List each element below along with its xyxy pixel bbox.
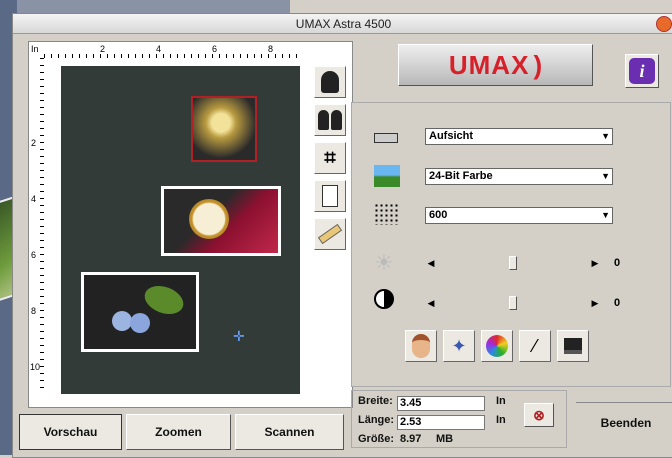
contrast-icon <box>374 289 402 315</box>
color-wheel-icon[interactable] <box>481 330 513 362</box>
ruler-left: 2 4 6 8 10 <box>29 58 44 393</box>
chevron-down-icon: ▼ <box>601 171 610 181</box>
ruler-top: 2 4 6 8 <box>44 42 302 58</box>
brightness-value: 0 <box>614 257 621 269</box>
photo-grapes <box>191 96 257 162</box>
preview-button[interactable]: Vorschau <box>19 414 122 450</box>
descreen-hat-icon[interactable] <box>557 330 589 362</box>
photo-watch <box>161 186 281 256</box>
background-window <box>0 0 290 13</box>
resolution-icon <box>374 203 402 229</box>
chain-link-icon: ⊗ <box>533 406 545 423</box>
resolution-select[interactable]: 600 ▼ <box>425 207 613 224</box>
brightness-slider[interactable]: ◀ ▶ <box>425 255 601 271</box>
ruler-left-label: 10 <box>30 362 41 372</box>
slider-right-icon[interactable]: ▶ <box>589 255 601 271</box>
width-value: 3.45 <box>400 397 422 409</box>
width-field[interactable]: 3.45 <box>397 396 485 411</box>
title-bar: UMAX Astra 4500 <box>13 14 672 34</box>
ruler-top-label: 8 <box>268 44 274 54</box>
width-label: Breite: <box>358 395 393 407</box>
scan-button[interactable]: Scannen <box>235 414 344 450</box>
chevron-down-icon: ▼ <box>601 210 610 220</box>
close-button[interactable] <box>656 16 672 32</box>
slider-left-icon[interactable]: ◀ <box>425 295 437 311</box>
resolution-select-value: 600 <box>429 209 448 221</box>
scanner-window: UMAX Astra 4500 In 2 4 6 8 2 4 6 8 10 ✛ … <box>12 13 672 458</box>
photo-cherries <box>81 272 199 352</box>
chevron-down-icon: ▼ <box>601 131 610 141</box>
eyedropper-icon[interactable]: ⁄ <box>519 330 551 362</box>
ruler-left-label: 8 <box>31 306 37 316</box>
size-panel: Breite: 3.45 In Länge: 2.53 In Größe: 8.… <box>351 390 567 448</box>
slider-left-icon[interactable]: ◀ <box>425 255 437 271</box>
contrast-thumb[interactable] <box>509 296 517 310</box>
preview-button-label: Vorschau <box>43 425 98 439</box>
paper-size-icon[interactable] <box>314 180 346 212</box>
window-title: UMAX Astra 4500 <box>295 17 392 31</box>
brightness-icon: ☀ <box>374 250 394 275</box>
color-select[interactable]: 24-Bit Farbe ▼ <box>425 168 613 185</box>
logo-text: UMAX <box>448 49 530 80</box>
filesize-unit: MB <box>436 433 454 445</box>
quit-button-label: Beenden <box>600 415 652 430</box>
multi-portrait-tool-icon[interactable] <box>314 104 346 136</box>
ruler-unit: In <box>31 44 39 54</box>
contrast-value: 0 <box>614 297 621 309</box>
ruler-top-label: 2 <box>100 44 106 54</box>
length-label: Länge: <box>358 414 395 426</box>
crosshair-icon: ✛ <box>233 328 245 344</box>
zoom-button[interactable]: Zoomen <box>126 414 231 450</box>
color-mode-icon <box>374 165 402 191</box>
ruler-icon[interactable] <box>314 218 346 250</box>
ruler-top-label: 4 <box>156 44 162 54</box>
logo-swoosh-icon: ) <box>533 49 543 80</box>
filesize-value: 8.97 <box>400 433 422 445</box>
quit-button[interactable]: Beenden <box>576 402 672 442</box>
ruler-top-label: 6 <box>212 44 218 54</box>
umax-logo: UMAX ) <box>398 44 593 86</box>
length-value: 2.53 <box>400 416 422 428</box>
brightness-thumb[interactable] <box>509 256 517 270</box>
lock-ratio-button[interactable]: ⊗ <box>524 403 554 427</box>
zoom-button-label: Zoomen <box>155 425 202 439</box>
mode-select[interactable]: Aufsicht ▼ <box>425 128 613 145</box>
mode-select-value: Aufsicht <box>429 130 473 142</box>
slider-right-icon[interactable]: ▶ <box>589 295 601 311</box>
filesize-label: Größe: <box>358 433 395 445</box>
contrast-slider[interactable]: ◀ ▶ <box>425 295 601 311</box>
portrait-tool-icon[interactable] <box>314 66 346 98</box>
ruler-left-label: 4 <box>31 194 37 204</box>
info-button[interactable]: i <box>625 54 659 88</box>
color-select-value: 24-Bit Farbe <box>429 170 493 182</box>
preview-canvas[interactable]: ✛ <box>61 66 300 394</box>
flatbed-mode-icon <box>374 125 402 151</box>
ruler-left-label: 2 <box>31 138 37 148</box>
length-field[interactable]: 2.53 <box>397 415 485 430</box>
ruler-left-label: 6 <box>31 250 37 260</box>
magic-wand-icon[interactable]: ✦ <box>443 330 475 362</box>
width-unit: In <box>496 395 506 407</box>
length-unit: In <box>496 414 506 426</box>
crop-icon[interactable]: ⌗ <box>314 142 346 174</box>
preview-frame: In 2 4 6 8 2 4 6 8 10 ✛ ⌗ <box>28 41 353 408</box>
scan-button-label: Scannen <box>264 425 315 439</box>
face-correction-icon[interactable] <box>405 330 437 362</box>
info-icon: i <box>629 58 655 84</box>
